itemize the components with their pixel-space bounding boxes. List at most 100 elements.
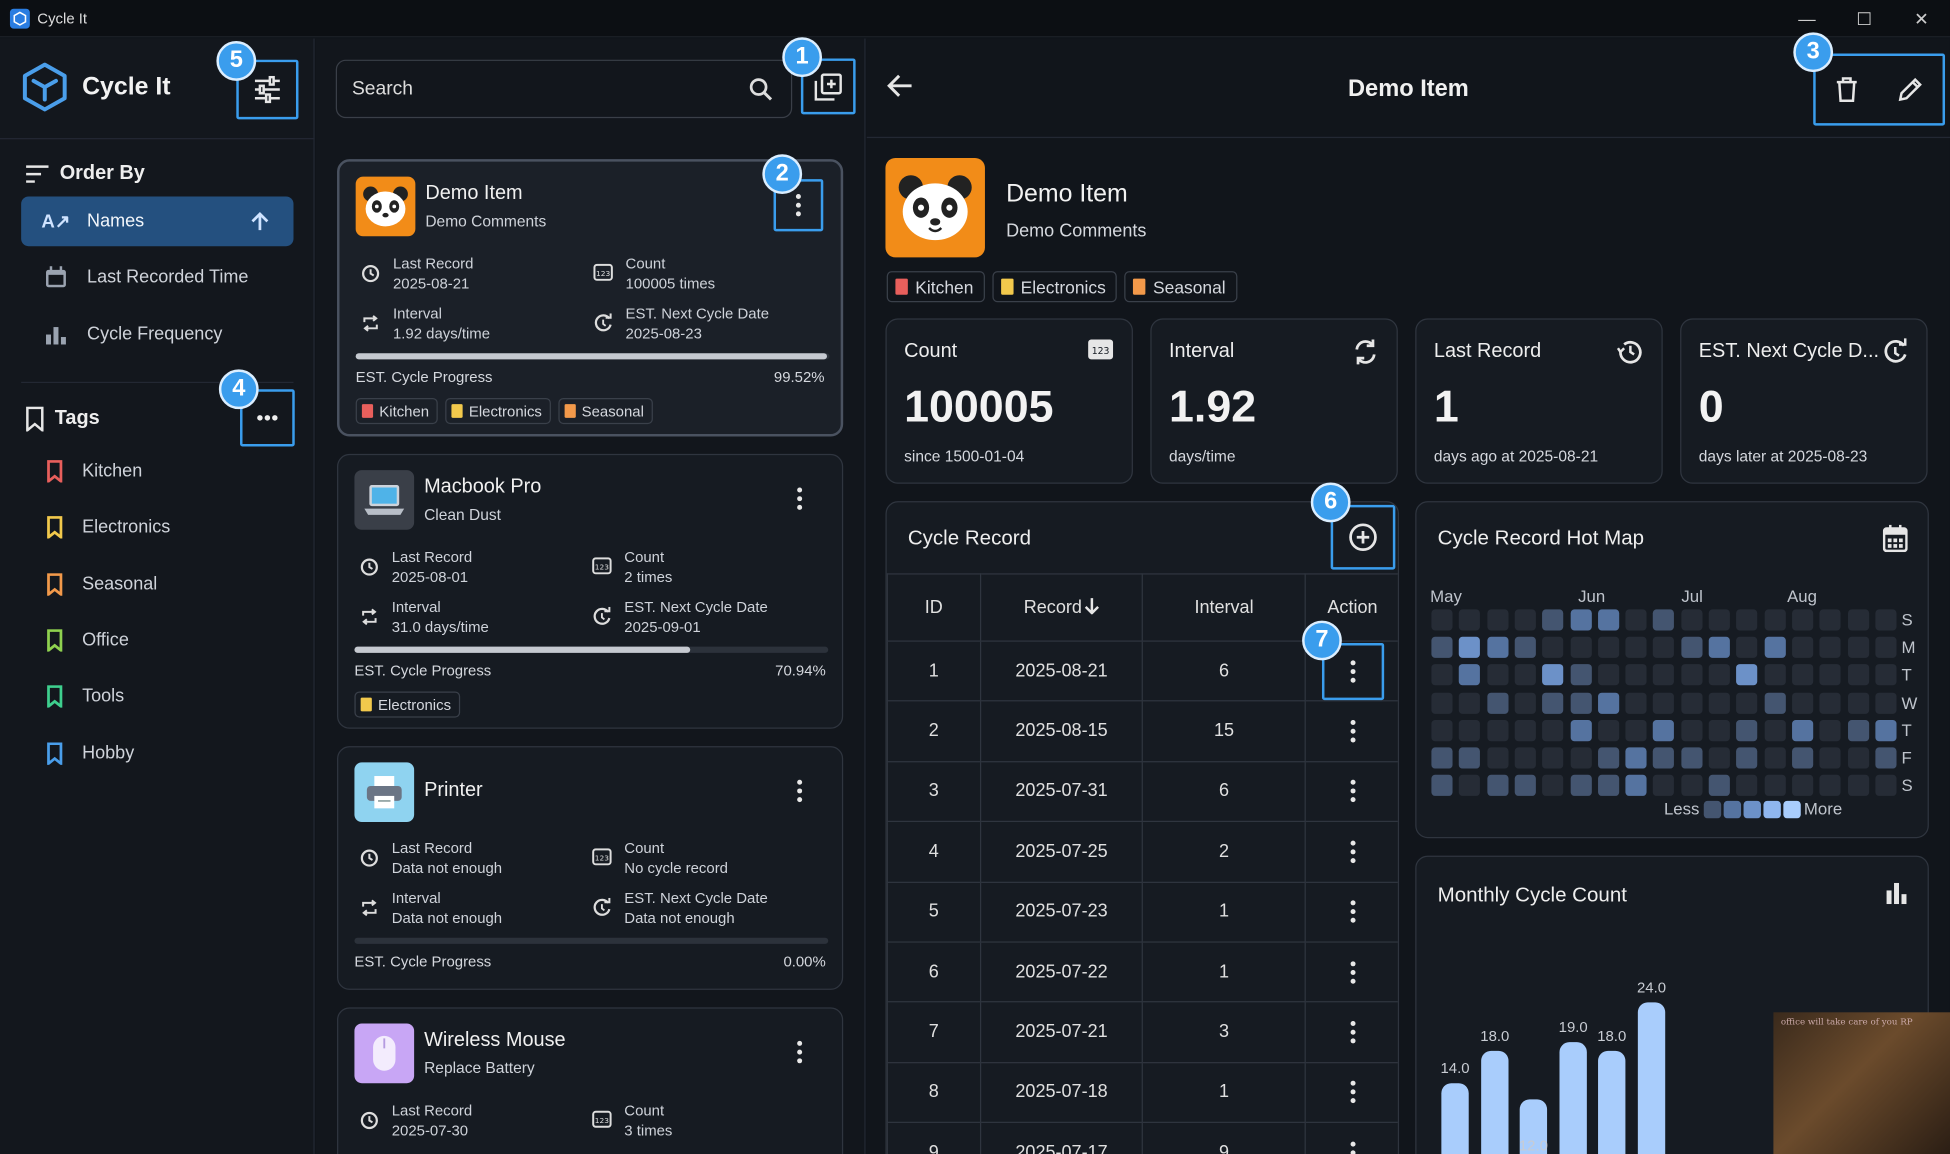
hot-map-cell[interactable] xyxy=(1819,719,1841,741)
hot-map-cell[interactable] xyxy=(1597,609,1619,631)
hot-map-cell[interactable] xyxy=(1570,664,1592,686)
monthly-bar[interactable] xyxy=(1441,1082,1469,1154)
hot-map-cell[interactable] xyxy=(1680,719,1703,741)
more-vertical-icon[interactable] xyxy=(1349,840,1355,863)
sidebar-tag-electronics[interactable]: Electronics xyxy=(21,503,293,553)
hot-map-cell[interactable] xyxy=(1570,747,1592,769)
hot-map-cell[interactable] xyxy=(1625,747,1647,769)
hot-map-cell[interactable] xyxy=(1459,747,1481,769)
hot-map-cell[interactable] xyxy=(1625,664,1647,686)
hot-map-cell[interactable] xyxy=(1791,747,1814,769)
more-vertical-icon[interactable] xyxy=(1349,1021,1355,1044)
hot-map-cell[interactable] xyxy=(1819,775,1841,797)
tag-chip[interactable]: Seasonal xyxy=(558,397,653,425)
hot-map-cell[interactable] xyxy=(1847,636,1869,659)
hot-map-cell[interactable] xyxy=(1542,692,1564,714)
hot-map-cell[interactable] xyxy=(1819,636,1841,659)
hot-map-cell[interactable] xyxy=(1680,692,1703,714)
more-vertical-icon[interactable] xyxy=(1349,780,1355,803)
hot-map-cell[interactable] xyxy=(1431,636,1453,659)
hot-map-cell[interactable] xyxy=(1791,692,1814,714)
hot-map-cell[interactable] xyxy=(1708,609,1730,631)
col-id[interactable]: ID xyxy=(886,573,981,642)
hot-map-cell[interactable] xyxy=(1736,719,1758,741)
hot-map-cell[interactable] xyxy=(1708,664,1730,686)
hot-map-cell[interactable] xyxy=(1680,636,1703,659)
hot-map-cell[interactable] xyxy=(1459,609,1481,631)
hot-map-cell[interactable] xyxy=(1542,609,1564,631)
hot-map-cell[interactable] xyxy=(1459,775,1481,797)
hot-map-cell[interactable] xyxy=(1764,719,1786,741)
hot-map-cell[interactable] xyxy=(1597,719,1619,741)
hot-map-cell[interactable] xyxy=(1791,609,1814,631)
hot-map-cell[interactable] xyxy=(1431,609,1453,631)
bar-chart-icon[interactable] xyxy=(1885,882,1907,905)
hot-map-cell[interactable] xyxy=(1486,664,1509,686)
hot-map-cell[interactable] xyxy=(1542,747,1564,769)
hot-map-cell[interactable] xyxy=(1708,719,1730,741)
tag-chip[interactable]: Seasonal xyxy=(1124,271,1237,303)
hot-map-cell[interactable] xyxy=(1680,775,1703,797)
hot-map-cell[interactable] xyxy=(1486,609,1509,631)
hot-map-cell[interactable] xyxy=(1542,719,1564,741)
hot-map-cell[interactable] xyxy=(1708,747,1730,769)
hot-map-cell[interactable] xyxy=(1570,609,1592,631)
hot-map-cell[interactable] xyxy=(1514,775,1536,797)
hot-map-cell[interactable] xyxy=(1625,609,1647,631)
hot-map-cell[interactable] xyxy=(1875,719,1897,741)
item-card[interactable]: Macbook Pro Clean Dust Last Record 2025-0… xyxy=(337,453,844,729)
hot-map-cell[interactable] xyxy=(1514,609,1536,631)
hot-map-cell[interactable] xyxy=(1736,775,1758,797)
monthly-bar[interactable] xyxy=(1598,1050,1626,1154)
hot-map-cell[interactable] xyxy=(1653,609,1675,631)
hot-map-cell[interactable] xyxy=(1542,664,1564,686)
item-card[interactable]: Demo Item Demo Comments Last Record 2025-… xyxy=(337,159,844,437)
sidebar-tag-seasonal[interactable]: Seasonal xyxy=(21,559,293,609)
hot-map-cell[interactable] xyxy=(1708,692,1730,714)
monthly-bar[interactable] xyxy=(1637,1002,1666,1154)
hot-map-cell[interactable] xyxy=(1486,775,1509,797)
more-vertical-icon[interactable] xyxy=(1349,1081,1355,1104)
hot-map-cell[interactable] xyxy=(1875,609,1897,631)
hot-map-cell[interactable] xyxy=(1597,775,1619,797)
tag-chip[interactable]: Electronics xyxy=(445,397,551,425)
item-menu-button[interactable] xyxy=(775,473,825,525)
close-window-button[interactable]: ✕ xyxy=(1893,0,1950,37)
monthly-bar[interactable] xyxy=(1481,1050,1509,1154)
hot-map-cell[interactable] xyxy=(1653,747,1675,769)
hot-map-cell[interactable] xyxy=(1680,747,1703,769)
hot-map-cell[interactable] xyxy=(1875,664,1897,686)
hot-map-cell[interactable] xyxy=(1459,636,1481,659)
hot-map-cell[interactable] xyxy=(1819,747,1841,769)
more-vertical-icon[interactable] xyxy=(1349,720,1355,743)
hot-map-cell[interactable] xyxy=(1680,609,1703,631)
hot-map-cell[interactable] xyxy=(1486,692,1509,714)
hot-map-cell[interactable] xyxy=(1597,664,1619,686)
hot-map-cell[interactable] xyxy=(1736,692,1758,714)
hot-map-cell[interactable] xyxy=(1819,609,1841,631)
hot-map-cell[interactable] xyxy=(1459,719,1481,741)
hot-map-cell[interactable] xyxy=(1736,636,1758,659)
hot-map-cell[interactable] xyxy=(1847,609,1869,631)
tag-chip[interactable]: Electronics xyxy=(992,271,1117,303)
tag-chip[interactable]: Kitchen xyxy=(355,397,438,425)
hot-map-cell[interactable] xyxy=(1875,775,1897,797)
hot-map-cell[interactable] xyxy=(1819,692,1841,714)
hot-map-cell[interactable] xyxy=(1431,775,1453,797)
hot-map-cell[interactable] xyxy=(1514,719,1536,741)
hot-map-cell[interactable] xyxy=(1791,775,1814,797)
hot-map-cell[interactable] xyxy=(1431,692,1453,714)
hot-map-cell[interactable] xyxy=(1542,636,1564,659)
sidebar-tag-kitchen[interactable]: Kitchen xyxy=(21,446,293,496)
hot-map-cell[interactable] xyxy=(1847,747,1869,769)
hot-map-cell[interactable] xyxy=(1514,747,1536,769)
hot-map-cell[interactable] xyxy=(1625,719,1647,741)
hot-map-cell[interactable] xyxy=(1625,636,1647,659)
hot-map-cell[interactable] xyxy=(1597,747,1619,769)
sidebar-tag-tools[interactable]: Tools xyxy=(21,672,293,722)
hot-map-cell[interactable] xyxy=(1736,747,1758,769)
order-by-last-recorded[interactable]: Last Recorded Time xyxy=(21,252,293,302)
more-vertical-icon[interactable] xyxy=(1349,1141,1355,1154)
monthly-bar[interactable] xyxy=(1559,1042,1587,1154)
hot-map-cell[interactable] xyxy=(1791,719,1814,741)
